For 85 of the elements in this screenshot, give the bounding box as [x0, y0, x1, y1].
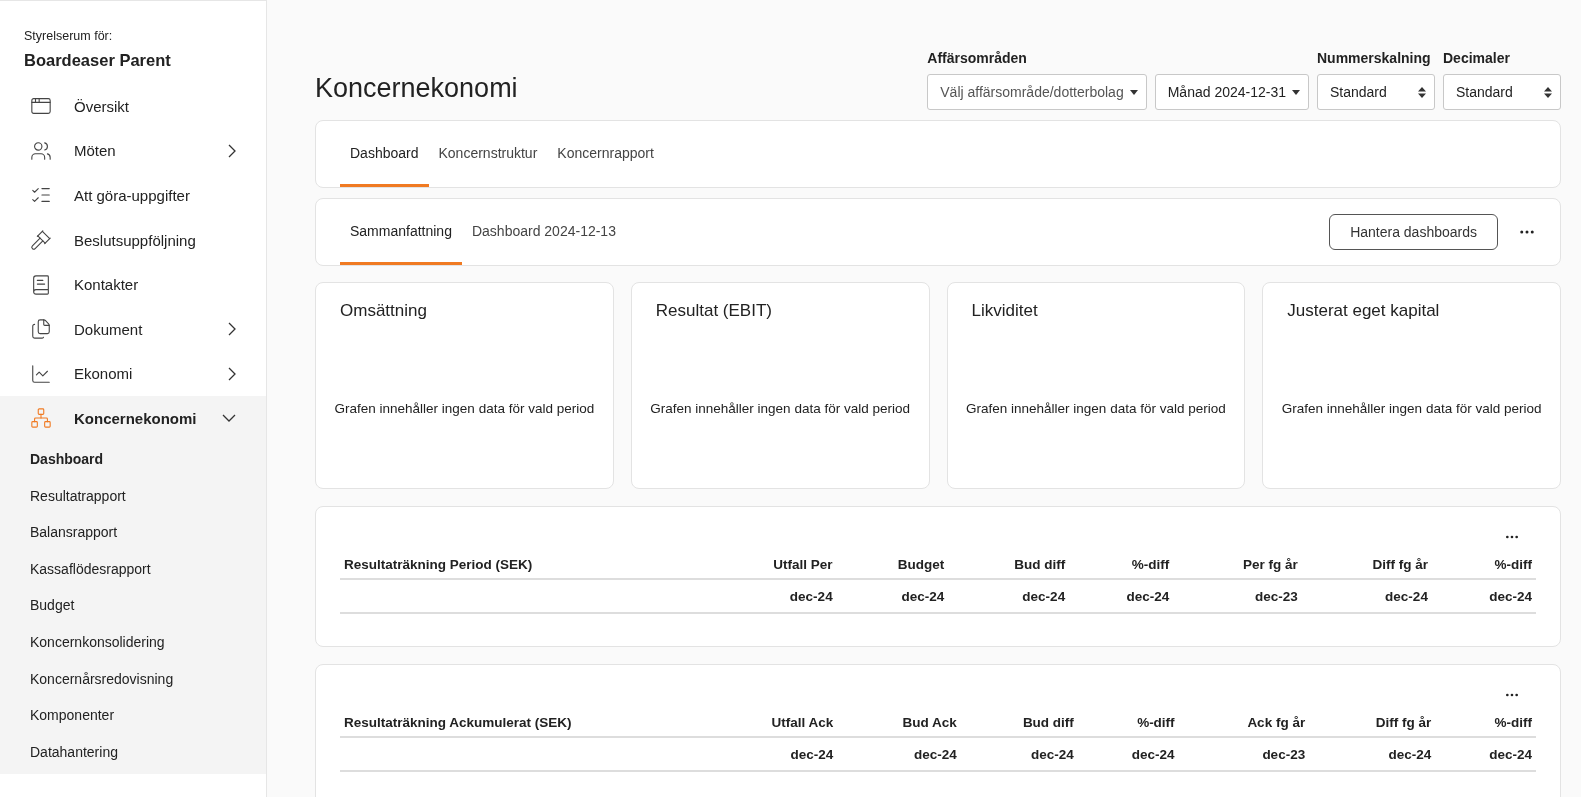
- empty-message: Grafen innehåller ingen data för vald period: [649, 401, 911, 416]
- column-header: Diff fg år: [1309, 705, 1436, 737]
- hierarchy-icon: [30, 407, 52, 430]
- table-cell: dec-24: [1077, 737, 1179, 771]
- column-header: %-diff: [1435, 705, 1536, 737]
- filter-label: Nummerskalning: [1317, 50, 1432, 66]
- sidebar-subitem[interactable]: Koncernkonsolidering: [0, 623, 266, 661]
- column-header: Budget: [836, 547, 949, 579]
- organization-name: Boardeaser Parent: [23, 50, 172, 71]
- tab[interactable]: Koncernrapport: [547, 121, 664, 187]
- column-header: Resultaträkning Ackumulerat (SEK): [340, 705, 699, 737]
- gavel-icon: [30, 229, 52, 252]
- number-select[interactable]: Standard: [1317, 74, 1435, 110]
- column-header: Diff fg år: [1301, 547, 1432, 579]
- column-header: %-diff: [1077, 705, 1179, 737]
- column-header: %-diff: [1431, 547, 1536, 579]
- page-title: Koncernekonomi: [315, 73, 518, 104]
- dropdown-select[interactable]: Månad 2024-12-31: [1154, 74, 1309, 110]
- tab[interactable]: Sammanfattning: [340, 199, 462, 265]
- line-chart-icon: [30, 362, 52, 385]
- sidebar-subitem[interactable]: Resultatrapport: [0, 477, 266, 514]
- chevron-right-icon: [228, 143, 236, 158]
- column-header: Utfall Per: [698, 547, 837, 579]
- sidebar-subitem[interactable]: Datahantering: [0, 733, 266, 771]
- sidebar-subitem[interactable]: Komponenter: [0, 696, 266, 734]
- table-cell: dec-24: [960, 737, 1078, 771]
- empty-message: Grafen innehåller ingen data för vald period: [333, 401, 596, 416]
- filter-label: Affärsområden: [927, 50, 1028, 66]
- table-cell: dec-24: [1309, 737, 1436, 771]
- column-header: Utfall Ack: [698, 705, 838, 737]
- card-title: Omsättning: [340, 301, 428, 321]
- tab[interactable]: Dashboard 2024-12-13: [461, 199, 626, 265]
- column-header: Bud diff: [960, 705, 1078, 737]
- sidebar-caption: Styrelserum för:: [23, 29, 114, 43]
- sidebar-item[interactable]: Översikt: [0, 84, 266, 129]
- dropdown-select[interactable]: Välj affärsområde/dotterbolag: [927, 74, 1147, 110]
- chevron-right-icon: [228, 366, 236, 381]
- sidebar-item[interactable]: Kontakter: [0, 262, 266, 307]
- table-cell: dec-24: [698, 579, 837, 613]
- files-icon: [30, 318, 52, 341]
- table-cell: dec-24: [1301, 579, 1432, 613]
- table-cell: dec-24: [1069, 579, 1174, 613]
- sidebar-item[interactable]: Dokument: [0, 306, 266, 352]
- sidebar-subitem[interactable]: Kassaflödesrapport: [0, 550, 266, 588]
- table-cell: dec-23: [1178, 737, 1310, 771]
- filter-label: Decimaler: [1443, 50, 1511, 66]
- empty-message: Grafen innehåller ingen data för vald period: [965, 401, 1227, 416]
- tab[interactable]: Koncernstruktur: [428, 121, 548, 187]
- chevron-right-icon: [228, 322, 236, 337]
- sidebar-subitem[interactable]: Dashboard: [0, 440, 266, 478]
- sidebar-subitem[interactable]: Koncernårsredovisning: [0, 660, 266, 697]
- sidebar-item[interactable]: Möten: [0, 128, 266, 174]
- sidebar-subitem[interactable]: Balansrapport: [0, 513, 266, 551]
- table-cell: dec-24: [948, 579, 1070, 613]
- sidebar-item[interactable]: Ekonomi: [0, 351, 266, 397]
- caret-icon: [1129, 89, 1138, 95]
- column-header: Ack fg år: [1178, 705, 1310, 737]
- column-header: Bud Ack: [837, 705, 961, 737]
- people-icon: [30, 139, 52, 162]
- column-header: Resultaträkning Period (SEK): [340, 547, 699, 579]
- card-title: Likviditet: [971, 301, 1039, 321]
- sidebar-item[interactable]: Beslutsuppföljning: [0, 217, 266, 263]
- column-header: Per fg år: [1173, 547, 1302, 579]
- book-icon: [30, 273, 52, 296]
- manage-dashboards-button[interactable]: Hantera dashboards: [1329, 214, 1498, 250]
- table-cell: dec-24: [1435, 737, 1536, 771]
- table-cell: dec-23: [1173, 579, 1302, 613]
- empty-message: Grafen innehåller ingen data för vald period: [1280, 401, 1543, 416]
- tab[interactable]: Dashboard: [340, 121, 429, 187]
- sidebar-subitem[interactable]: Budget: [0, 587, 266, 624]
- column-header: Bud diff: [948, 547, 1070, 579]
- column-header: %-diff: [1069, 547, 1174, 579]
- table-cell: dec-24: [1431, 579, 1536, 613]
- up-down-icon: [1418, 86, 1426, 98]
- table-cell: dec-24: [837, 737, 961, 771]
- table-cell: dec-24: [698, 737, 838, 771]
- table-cell: dec-24: [836, 579, 949, 613]
- caret-icon: [1292, 89, 1300, 95]
- card-title: Resultat (EBIT): [655, 301, 773, 321]
- sidebar-item[interactable]: Koncernekonomi: [0, 396, 266, 441]
- number-select[interactable]: Standard: [1443, 74, 1561, 110]
- chevron-down-icon: [222, 414, 236, 423]
- sidebar-item[interactable]: Att göra-uppgifter: [0, 173, 266, 218]
- up-down-icon: [1544, 86, 1552, 98]
- card-title: Justerat eget kapital: [1287, 301, 1441, 321]
